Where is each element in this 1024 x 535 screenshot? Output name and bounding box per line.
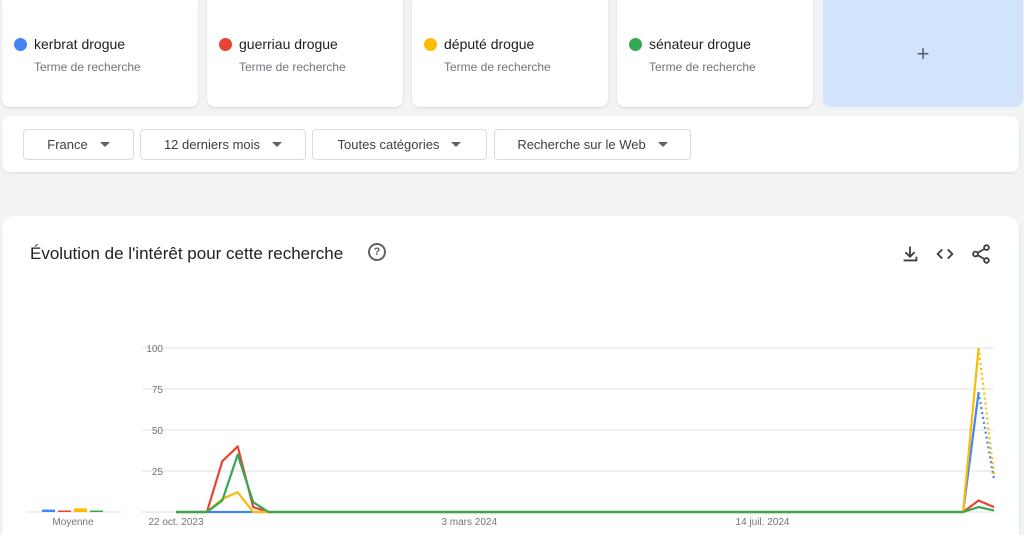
caret-down-icon [99,142,110,147]
y-tick-label: 75 [152,385,164,396]
y-tick-label: 25 [152,467,164,478]
term-name: sénateur drogue [649,36,751,52]
term-subtitle: Terme de recherche [649,60,756,74]
y-tick-label: 50 [152,426,164,437]
average-bar-2 [58,510,71,512]
interest-over-time-panel: Évolution de l'intérêt pour cette recher… [2,216,1019,535]
caret-down-icon [657,142,668,147]
term-subtitle: Terme de recherche [34,60,141,74]
series-partial-line-3 [977,347,996,475]
series-color-dot [14,37,27,51]
average-bar-1 [42,509,55,512]
term-card-guerriau[interactable]: guerriau drogue Terme de recherche [207,0,403,107]
series-partial-line-1 [977,392,996,480]
filter-bar: France 12 derniers mois Toutes catégorie… [2,116,1019,172]
period-value: 12 derniers mois [163,137,261,152]
series-color-dot [219,37,232,51]
caret-down-icon [451,142,462,147]
region-value: France [47,137,88,152]
caret-down-icon [272,142,283,147]
x-tick-label: 14 juil. 2024 [736,517,790,528]
series-color-dot [629,37,642,51]
category-dropdown[interactable]: Toutes catégories [312,129,487,160]
series-line-2 [176,445,995,514]
y-tick-label: 100 [146,344,163,355]
average-bar-3 [74,508,87,512]
term-name: député drogue [444,36,535,52]
source-value: Recherche sur le Web [517,137,646,152]
source-dropdown[interactable]: Recherche sur le Web [494,129,691,160]
term-subtitle: Terme de recherche [239,60,346,74]
term-subtitle: Terme de recherche [444,60,551,74]
x-tick-label: 22 oct. 2023 [148,517,203,528]
term-name: kerbrat drogue [34,36,126,52]
x-tick-label: 3 mars 2024 [441,517,497,528]
average-bar-4 [90,510,103,512]
series-line-4 [176,453,995,514]
term-card-kerbrat[interactable]: kerbrat drogue Terme de recherche [2,0,198,107]
series-line-1 [176,392,980,514]
average-label: Moyenne [52,517,94,528]
term-name: guerriau drogue [239,36,338,52]
plus-icon: + [916,40,930,66]
add-term-button[interactable]: + [823,0,1023,107]
interest-line-chart: 25 50 75 100 22 oct. 2023 3 mars 2024 14 juil.… [26,344,996,528]
term-card-depute[interactable]: député drogue Terme de recherche [412,0,608,107]
region-dropdown[interactable]: France [23,129,134,160]
series-color-dot [424,37,437,51]
term-card-senateur[interactable]: sénateur drogue Terme de recherche [617,0,813,107]
period-dropdown[interactable]: 12 derniers mois [140,129,306,160]
category-value: Toutes catégories [337,137,440,152]
